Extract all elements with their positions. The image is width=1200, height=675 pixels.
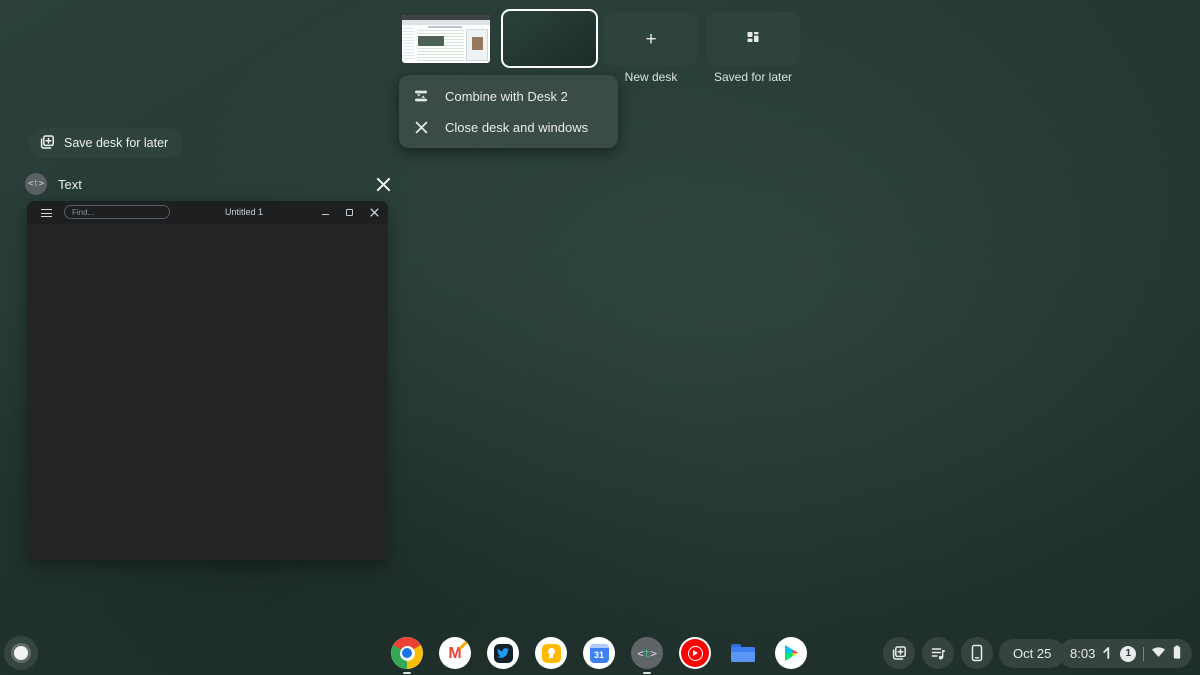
shelf-app-text[interactable]: < t > xyxy=(631,637,663,669)
desk-thumbnail-2-active[interactable] xyxy=(501,9,598,68)
status-tray[interactable]: 8:03 1 xyxy=(1059,639,1193,668)
date-label: Oct 25 xyxy=(1013,646,1052,661)
combine-desks-icon xyxy=(413,88,429,104)
save-desk-label: Save desk for later xyxy=(64,136,169,150)
text-app-window[interactable]: Untitled 1 xyxy=(27,201,388,560)
battery-icon xyxy=(1173,645,1181,662)
desks-grid-icon xyxy=(745,29,761,50)
folder-front-shape xyxy=(731,652,755,662)
running-indicator-text xyxy=(643,672,651,674)
shelf-app-play-store[interactable] xyxy=(775,637,807,669)
keep-icon xyxy=(541,643,561,663)
running-indicator-chrome xyxy=(403,672,411,674)
time-label: 8:03 xyxy=(1070,646,1096,661)
chrome-icon xyxy=(391,637,423,669)
close-icon xyxy=(413,119,429,135)
ytm-ring-shape xyxy=(687,645,703,661)
window-preview-close-button[interactable] xyxy=(374,175,392,193)
shelf-app-twitter[interactable] xyxy=(487,637,519,669)
window-close-button[interactable] xyxy=(364,201,384,224)
menu-hamburger-icon[interactable] xyxy=(41,209,52,217)
shelf-app-files[interactable] xyxy=(727,637,759,669)
maximize-button[interactable] xyxy=(339,201,359,224)
media-controls-icon xyxy=(931,647,945,659)
glyph-letter: t xyxy=(643,646,651,660)
new-desk-button[interactable]: + xyxy=(604,12,698,66)
keep-bulb-base-shape xyxy=(549,655,553,658)
twitter-icon xyxy=(493,643,513,663)
desk1-browser-preview xyxy=(402,15,490,63)
keep-bulb-shape xyxy=(547,648,555,655)
mini-browser-toolbar xyxy=(402,20,490,25)
saved-for-later-label: Saved for later xyxy=(713,70,793,84)
date-button[interactable]: Oct 25 xyxy=(999,639,1066,668)
menu-item-close-desk-and-windows[interactable]: Close desk and windows xyxy=(399,113,618,141)
separator xyxy=(1143,646,1145,661)
files-icon xyxy=(731,644,755,662)
menu-item-combine-with-desk-2[interactable]: Combine with Desk 2 xyxy=(399,82,618,110)
mini-browser-portrait xyxy=(472,37,483,50)
mini-browser-sidebar-text xyxy=(403,28,414,61)
shelf-app-calendar[interactable]: 31 xyxy=(583,637,615,669)
editor-body[interactable] xyxy=(27,224,388,560)
document-title: Untitled 1 xyxy=(224,207,264,217)
glyph-close: > xyxy=(650,646,657,660)
play-triangle-icon xyxy=(693,650,699,656)
new-desk-label: New desk xyxy=(624,70,678,84)
phone-hub-icon xyxy=(971,644,983,662)
desk-context-menu: Combine with Desk 2 Close desk and windo… xyxy=(399,75,618,148)
save-desk-icon xyxy=(892,646,906,660)
calendar-top-strip xyxy=(589,643,609,648)
glyph-close: > xyxy=(38,179,45,189)
phone-hub-button[interactable] xyxy=(961,637,993,669)
shelf-app-chrome[interactable] xyxy=(391,637,423,669)
gmail-pencil-icon xyxy=(458,640,468,651)
text-app-icon: < t > xyxy=(25,173,47,195)
mini-browser-image xyxy=(418,36,444,46)
play-store-icon xyxy=(785,645,798,661)
close-icon xyxy=(376,177,390,191)
launcher-button[interactable] xyxy=(4,636,38,670)
calendar-day-number: 31 xyxy=(593,649,604,660)
menu-item-label: Close desk and windows xyxy=(445,119,589,135)
youtube-music-icon xyxy=(681,639,709,667)
desk-thumbnail-1[interactable] xyxy=(400,12,492,67)
launcher-icon xyxy=(14,646,28,660)
window-preview-title: Text xyxy=(58,177,82,192)
minimize-button[interactable] xyxy=(315,201,335,224)
minimize-icon xyxy=(321,213,329,216)
shelf-app-youtube-music[interactable] xyxy=(679,637,711,669)
plus-icon: + xyxy=(645,28,657,50)
save-desk-for-later-button[interactable]: Save desk for later xyxy=(28,128,184,158)
wifi-icon xyxy=(1151,646,1166,661)
saved-for-later-button[interactable] xyxy=(706,12,800,66)
calendar-icon: 31 xyxy=(589,643,609,663)
save-desk-tray-button[interactable] xyxy=(883,637,915,669)
window-titlebar: Untitled 1 xyxy=(27,201,388,224)
shelf-app-keep[interactable] xyxy=(535,637,567,669)
shelf-app-gmail[interactable]: M xyxy=(439,637,471,669)
mini-browser-heading xyxy=(428,26,462,28)
media-controls-button[interactable] xyxy=(922,637,954,669)
glyph-open: < xyxy=(637,646,644,660)
menu-item-label: Combine with Desk 2 xyxy=(445,88,568,104)
save-desk-icon xyxy=(39,134,55,153)
notification-counter: 1 xyxy=(1120,645,1137,662)
close-icon xyxy=(369,208,379,217)
up-arrow-icon xyxy=(1102,646,1113,662)
maximize-icon xyxy=(345,209,353,216)
find-input[interactable] xyxy=(64,205,170,219)
